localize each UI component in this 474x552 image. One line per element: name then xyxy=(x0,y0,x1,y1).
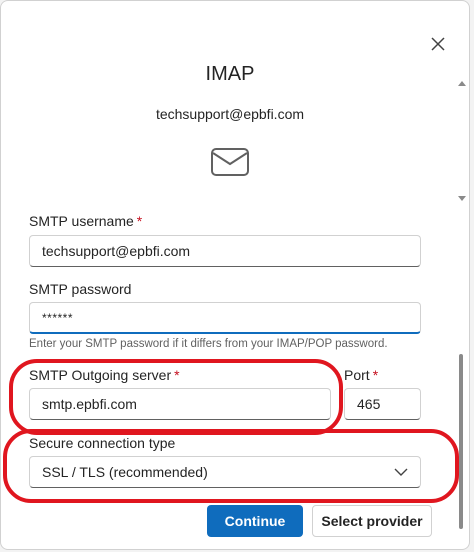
secure-connection-label: Secure connection type xyxy=(29,435,175,451)
close-button[interactable] xyxy=(425,31,451,57)
smtp-password-value: ****** xyxy=(42,310,74,325)
smtp-username-label-text: SMTP username xyxy=(29,213,134,229)
scroll-up-arrow-icon[interactable] xyxy=(457,79,467,87)
smtp-password-label: SMTP password xyxy=(29,281,131,297)
imap-settings-dialog: IMAP techsupport@epbfi.com SMTP username… xyxy=(0,0,470,550)
smtp-server-value: smtp.epbfi.com xyxy=(42,396,137,412)
smtp-password-label-text: SMTP password xyxy=(29,281,132,297)
dialog-title: IMAP xyxy=(205,63,255,85)
smtp-server-label-text: SMTP Outgoing server xyxy=(29,367,172,383)
port-field[interactable]: 465 xyxy=(344,388,421,420)
port-label-text: Port xyxy=(344,367,370,383)
required-marker: * xyxy=(136,213,143,229)
smtp-password-hint: Enter your SMTP password if it differs f… xyxy=(29,338,388,350)
smtp-server-field[interactable]: smtp.epbfi.com xyxy=(29,388,331,420)
select-provider-button[interactable]: Select provider xyxy=(312,505,432,537)
continue-button[interactable]: Continue xyxy=(207,505,303,537)
smtp-server-label: SMTP Outgoing server * xyxy=(29,367,180,383)
secure-connection-dropdown[interactable]: SSL / TLS (recommended) xyxy=(29,456,421,488)
smtp-username-field[interactable]: techsupport@epbfi.com xyxy=(29,235,421,267)
chevron-down-icon xyxy=(394,468,408,476)
smtp-username-value: techsupport@epbfi.com xyxy=(42,243,191,259)
scrollbar-thumb[interactable] xyxy=(459,354,463,529)
dialog-scrollbar[interactable] xyxy=(457,79,467,534)
smtp-username-label: SMTP username * xyxy=(29,213,142,229)
required-marker: * xyxy=(174,367,180,383)
smtp-password-field[interactable]: ****** xyxy=(29,302,421,334)
close-icon xyxy=(431,37,445,51)
required-marker: * xyxy=(372,367,379,383)
mail-envelope-icon xyxy=(211,148,249,176)
scroll-down-arrow-icon[interactable] xyxy=(457,195,467,203)
port-label: Port * xyxy=(344,367,378,383)
secure-connection-selected: SSL / TLS (recommended) xyxy=(42,464,208,480)
account-email: techsupport@epbfi.com xyxy=(155,106,305,122)
port-value: 465 xyxy=(357,396,381,412)
secure-connection-label-text: Secure connection type xyxy=(29,435,176,451)
